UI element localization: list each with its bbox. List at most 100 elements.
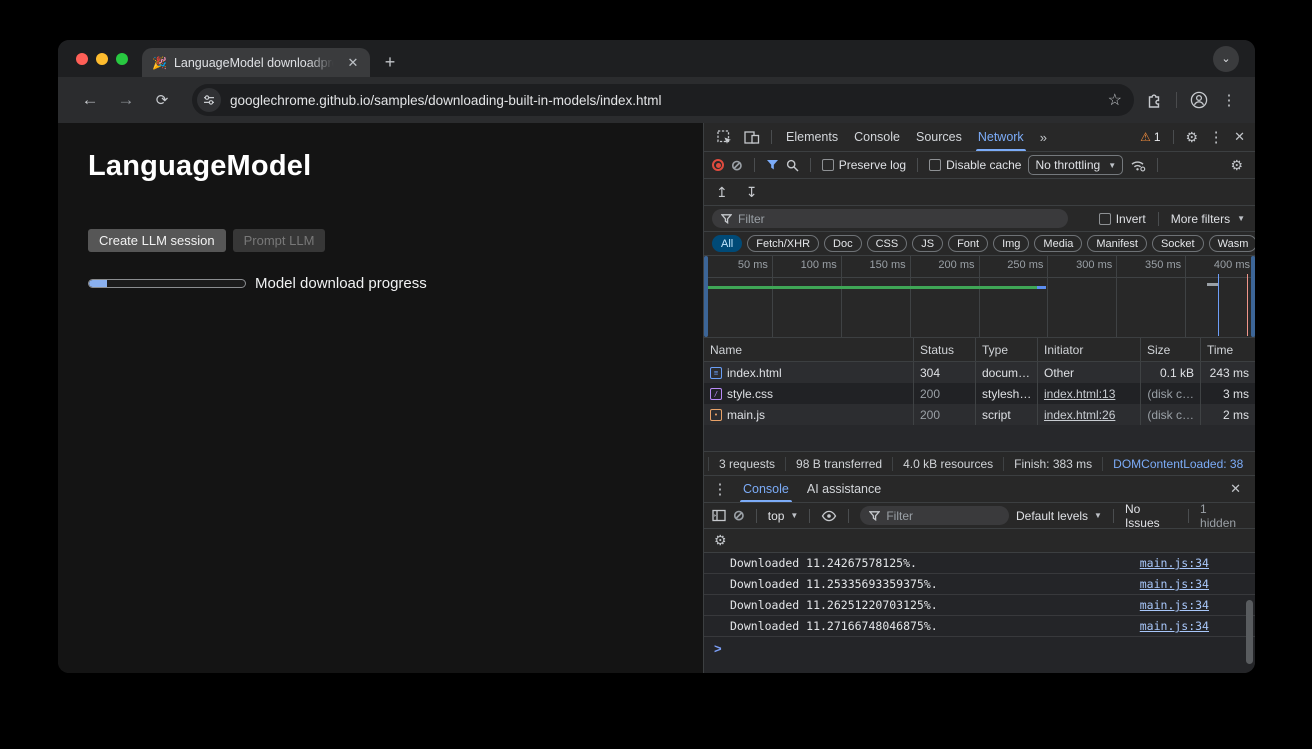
- devtools-tab[interactable]: Network: [970, 123, 1032, 151]
- back-button[interactable]: ←: [76, 90, 104, 110]
- request-type-chip[interactable]: Font: [948, 235, 988, 252]
- site-info-icon[interactable]: [197, 88, 221, 112]
- devtools-close-icon[interactable]: ✕: [1234, 129, 1245, 145]
- throttling-select[interactable]: No throttling ▼: [1028, 155, 1123, 175]
- request-type-chip[interactable]: JS: [912, 235, 943, 252]
- console-source-link[interactable]: main.js:34: [1140, 619, 1209, 633]
- overview-right-handle[interactable]: [1251, 256, 1255, 337]
- resource-type-icon: ≡: [710, 367, 722, 379]
- filter-funnel-icon[interactable]: [766, 159, 779, 171]
- devtools-settings-gear-icon[interactable]: ⚙: [1186, 129, 1199, 146]
- close-window-button[interactable]: [76, 53, 88, 65]
- scrollbar-thumb[interactable]: [1246, 600, 1253, 664]
- table-row[interactable]: ≡ index.html 304 docum… Ot: [704, 362, 1255, 383]
- console-settings-gear-icon[interactable]: ⚙: [714, 532, 727, 549]
- console-source-link[interactable]: main.js:34: [1140, 598, 1209, 612]
- more-tabs-chevrons-icon[interactable]: »: [1034, 130, 1053, 145]
- inspect-element-icon[interactable]: [712, 130, 737, 145]
- console-source-link[interactable]: main.js:34: [1140, 577, 1209, 591]
- disable-cache-checkbox[interactable]: Disable cache: [929, 158, 1021, 172]
- overview-left-handle[interactable]: [704, 256, 708, 337]
- status-code: 200: [920, 387, 940, 401]
- extensions-puzzle-icon[interactable]: [1142, 92, 1166, 109]
- profile-avatar-icon[interactable]: [1187, 91, 1211, 109]
- network-conditions-wifi-icon[interactable]: [1130, 158, 1146, 172]
- execution-context-select[interactable]: top ▼: [768, 509, 799, 523]
- request-type-chip[interactable]: Doc: [824, 235, 862, 252]
- console-prompt[interactable]: >: [704, 637, 1255, 659]
- request-type-chip[interactable]: CSS: [867, 235, 908, 252]
- tab-search-chevron-icon[interactable]: ⌄: [1213, 46, 1239, 72]
- hidden-messages-label[interactable]: 1 hidden: [1200, 502, 1245, 530]
- traffic-lights: [58, 40, 142, 77]
- drawer-menu-kebab-icon[interactable]: ⋮: [710, 480, 730, 498]
- devtools-menu-kebab-icon[interactable]: ⋮: [1206, 128, 1226, 146]
- network-filter-input[interactable]: [738, 212, 1059, 226]
- table-row[interactable]: / style.css 200 stylesh… i: [704, 383, 1255, 404]
- zoom-window-button[interactable]: [116, 53, 128, 65]
- console-message-text: Downloaded 11.24267578125%.: [730, 556, 917, 570]
- record-network-log-icon[interactable]: [712, 159, 724, 171]
- console-source-link[interactable]: main.js:34: [1140, 556, 1209, 570]
- drawer-tab[interactable]: AI assistance: [798, 476, 890, 502]
- live-expression-eye-icon[interactable]: [821, 510, 837, 522]
- address-bar[interactable]: googlechrome.github.io/samples/downloadi…: [192, 84, 1134, 116]
- waterfall-gray-tick: [1207, 283, 1218, 286]
- resource-type-icon: /: [710, 388, 722, 400]
- column-header-type[interactable]: Type: [976, 338, 1038, 361]
- desktop: 🎉 LanguageModel downloadpro ✕ + ⌄ ← → ⟳: [0, 0, 1312, 749]
- request-type-chip[interactable]: Wasm: [1209, 235, 1255, 252]
- drawer-tab[interactable]: Console: [734, 476, 798, 502]
- column-header-time[interactable]: Time: [1201, 338, 1255, 361]
- drawer-close-icon[interactable]: ✕: [1230, 481, 1241, 497]
- invert-checkbox[interactable]: Invert: [1099, 212, 1146, 226]
- log-levels-select[interactable]: Default levels ▼: [1016, 509, 1102, 523]
- create-llm-session-button[interactable]: Create LLM session: [88, 229, 226, 252]
- request-type-chip[interactable]: Socket: [1152, 235, 1204, 252]
- timeline-header-divider: [704, 277, 1255, 278]
- request-size-cell: (disk c…: [1141, 383, 1201, 404]
- devtools-tab[interactable]: Console: [846, 123, 908, 151]
- request-type-chip[interactable]: Media: [1034, 235, 1082, 252]
- table-row[interactable]: • main.js 200 script index: [704, 404, 1255, 425]
- import-har-icon[interactable]: ↥: [716, 184, 728, 201]
- request-type-chip[interactable]: Fetch/XHR: [747, 235, 819, 252]
- clear-console-icon[interactable]: ⊘: [733, 507, 745, 524]
- column-header-initiator[interactable]: Initiator: [1038, 338, 1141, 361]
- browser-tab[interactable]: 🎉 LanguageModel downloadpro ✕: [142, 48, 370, 77]
- request-type-chip[interactable]: Manifest: [1087, 235, 1147, 252]
- reload-button[interactable]: ⟳: [148, 91, 176, 109]
- devtools-tab[interactable]: Sources: [908, 123, 970, 151]
- no-issues-label[interactable]: No Issues: [1125, 502, 1177, 530]
- initiator-link[interactable]: Other: [1044, 366, 1074, 380]
- export-har-icon[interactable]: ↧: [746, 184, 758, 201]
- initiator-link[interactable]: index.html:26: [1044, 408, 1115, 422]
- new-tab-button[interactable]: +: [376, 48, 404, 77]
- tab-close-icon[interactable]: ✕: [344, 54, 362, 72]
- request-type-chip[interactable]: Img: [993, 235, 1029, 252]
- request-type-chip[interactable]: All: [712, 235, 742, 252]
- column-header-size[interactable]: Size: [1141, 338, 1201, 361]
- initiator-link[interactable]: index.html:13: [1044, 387, 1115, 401]
- column-header-status[interactable]: Status: [914, 338, 976, 361]
- more-filters-dropdown[interactable]: More filters ▼: [1171, 212, 1245, 226]
- checkbox-icon: [1099, 213, 1111, 225]
- clear-network-log-icon[interactable]: ⊘: [731, 157, 743, 174]
- checkbox-icon: [929, 159, 941, 171]
- device-toolbar-icon[interactable]: [739, 130, 765, 145]
- console-sidebar-icon[interactable]: [712, 509, 726, 522]
- warning-indicator[interactable]: ⚠1: [1140, 130, 1160, 144]
- summary-item: 3 requests: [708, 457, 785, 471]
- browser-menu-kebab-icon[interactable]: ⋮: [1219, 91, 1239, 109]
- devtools-tab[interactable]: Elements: [778, 123, 846, 151]
- console-filter-input[interactable]: [886, 509, 1000, 523]
- forward-button[interactable]: →: [112, 90, 140, 110]
- search-icon[interactable]: [786, 159, 799, 172]
- console-settings-row: ⚙: [704, 529, 1255, 553]
- minimize-window-button[interactable]: [96, 53, 108, 65]
- preserve-log-checkbox[interactable]: Preserve log: [822, 158, 906, 172]
- column-header-name[interactable]: Name: [704, 338, 914, 361]
- bookmark-star-icon[interactable]: ☆: [1106, 90, 1124, 110]
- network-overview-timeline[interactable]: 50 ms100 ms150 ms200 ms250 ms300 ms350 m…: [704, 256, 1255, 338]
- network-settings-gear-icon[interactable]: ⚙: [1230, 157, 1243, 174]
